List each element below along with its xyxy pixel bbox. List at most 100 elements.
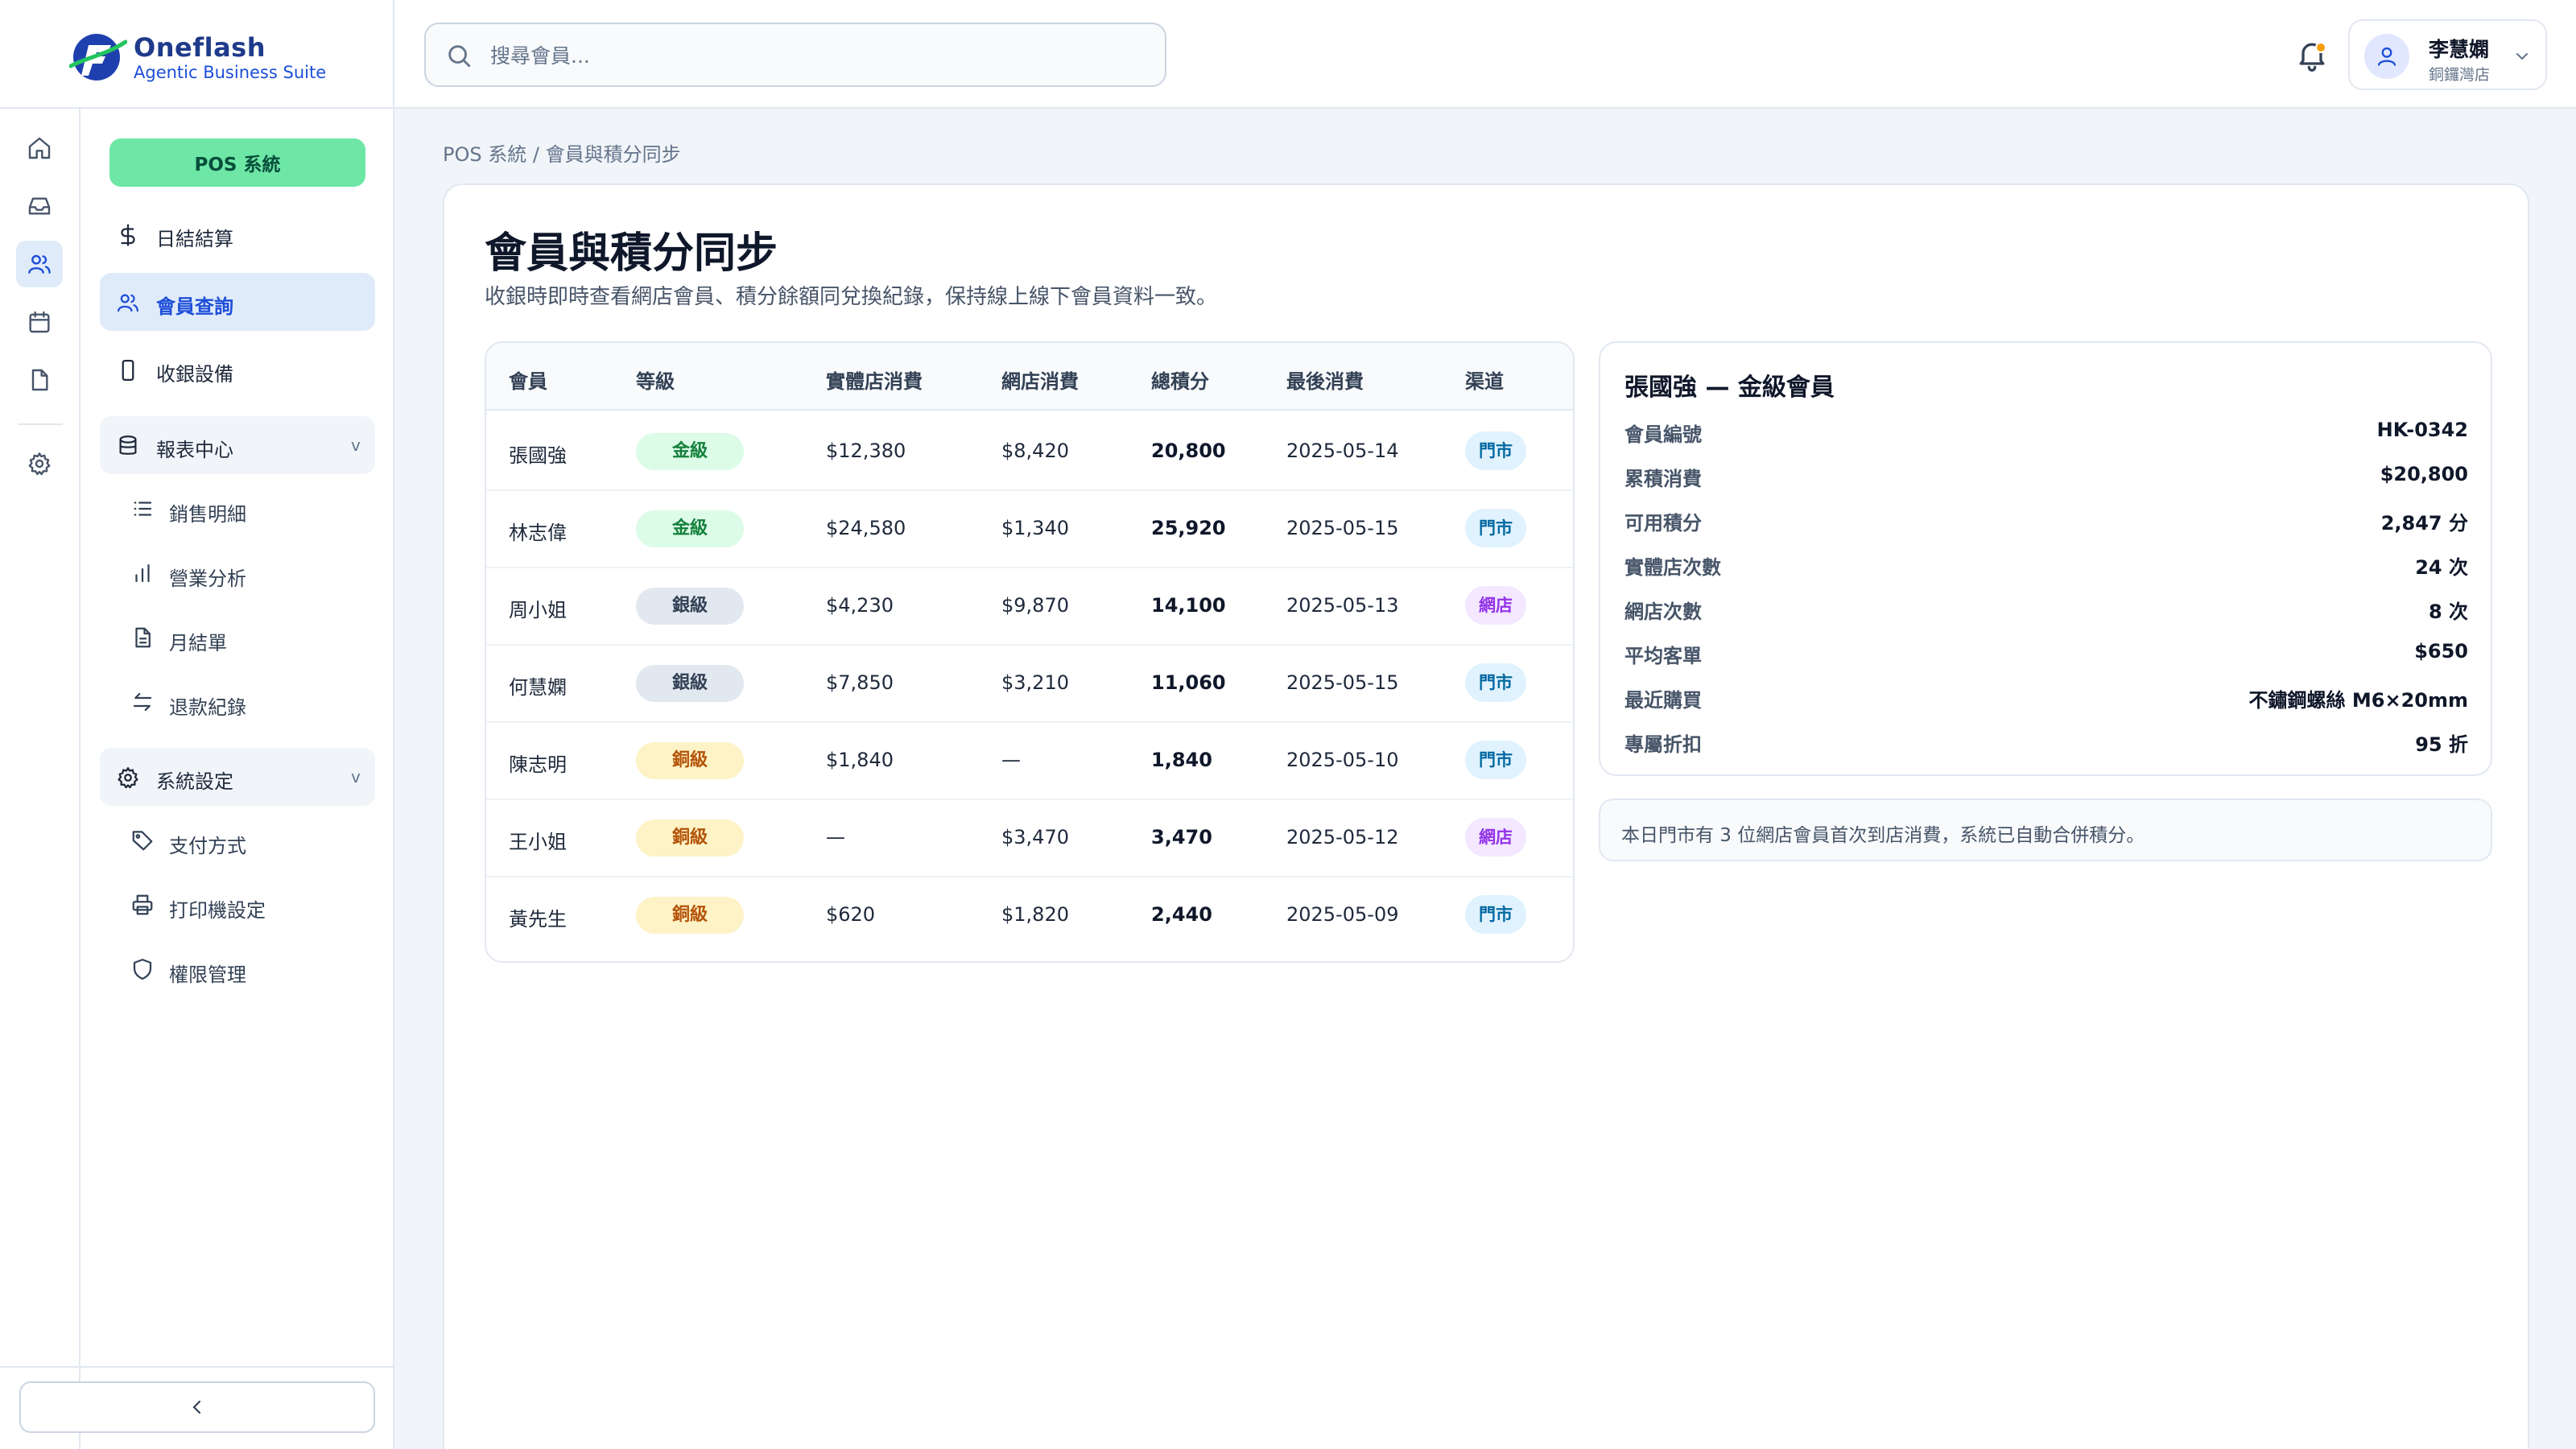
member-name: 王小姐 bbox=[509, 831, 567, 853]
nav-item-pos-devices[interactable]: 收銀設備 bbox=[100, 341, 375, 398]
rail-calendar-button[interactable] bbox=[16, 299, 63, 345]
brand-tagline: Agentic Business Suite bbox=[134, 63, 327, 82]
bar-chart-icon bbox=[135, 564, 150, 583]
column-header-store-spend: 實體店消費 bbox=[826, 370, 923, 393]
column-header-channel: 渠道 bbox=[1465, 370, 1504, 393]
member-search-input[interactable] bbox=[490, 35, 1150, 76]
nav-group-label: 系統設定 bbox=[156, 770, 233, 793]
detail-value: 2,847 分 bbox=[2380, 512, 2468, 535]
detail-label: 最近購買 bbox=[1624, 689, 1702, 712]
online-spend: $8,420 bbox=[1001, 440, 1069, 462]
table-row[interactable]: 何慧嫻 銀級 $7,850 $3,210 11,060 2025-05-15 門市 bbox=[486, 644, 1573, 723]
member-table: 會員 等級 實體店消費 網店消費 總積分 最後消費 渠道 張國強 金級 $12,38… bbox=[485, 341, 1575, 963]
rail-home-button[interactable] bbox=[16, 125, 63, 171]
notification-bell-icon[interactable] bbox=[2294, 35, 2330, 74]
refund-icon bbox=[133, 692, 152, 712]
nav-subitem-monthly-statement[interactable]: 月結單 bbox=[126, 613, 375, 664]
column-header-online-spend: 網店消費 bbox=[1001, 370, 1079, 393]
table-row[interactable]: 黃先生 銅級 $620 $1,820 2,440 2025-05-09 門市 bbox=[486, 876, 1573, 955]
nav-subitem-business-analysis[interactable]: 營業分析 bbox=[126, 548, 375, 600]
chevron-down-icon: v bbox=[351, 767, 361, 786]
member-name: 周小姐 bbox=[509, 599, 567, 621]
member-name: 林志偉 bbox=[509, 522, 567, 544]
nav-subitem-label: 權限管理 bbox=[169, 964, 246, 986]
brand-name: Oneflash bbox=[134, 32, 266, 63]
nav-item-daily-settlement[interactable]: 日結結算 bbox=[100, 205, 375, 263]
printer-icon bbox=[132, 894, 153, 915]
user-icon bbox=[2377, 47, 2396, 66]
member-detail-panel: 張國強 — 金級會員 會員編號 HK-0342 累積消費 $20,800 可用積分 2,8… bbox=[1599, 341, 2492, 776]
gear-icon bbox=[28, 452, 51, 476]
table-row[interactable]: 陳志明 銅級 $1,840 — 1,840 2025-05-10 門市 bbox=[486, 721, 1573, 800]
detail-value: 8 次 bbox=[2428, 601, 2468, 623]
breadcrumb[interactable]: POS 系統 / 會員與積分同步 bbox=[443, 138, 681, 167]
nav-subitem-label: 銷售明細 bbox=[169, 503, 246, 526]
channel-badge: 門市 bbox=[1465, 741, 1526, 779]
chevron-left-icon bbox=[192, 1400, 201, 1414]
last-purchase-date: 2025-05-15 bbox=[1286, 517, 1399, 539]
total-points: 3,470 bbox=[1151, 826, 1212, 848]
detail-row: 網店次數 8 次 bbox=[1624, 592, 2468, 625]
detail-value: 不鏽鋼螺絲 M6×20mm bbox=[2248, 689, 2468, 712]
users-icon bbox=[28, 254, 51, 274]
table-header: 會員 等級 實體店消費 網店消費 總積分 最後消費 渠道 bbox=[486, 343, 1573, 411]
detail-value: $650 bbox=[2414, 640, 2468, 663]
avatar bbox=[2364, 34, 2409, 79]
nav-subitem-permissions[interactable]: 權限管理 bbox=[126, 944, 375, 996]
nav-item-member-lookup[interactable]: 會員查詢 bbox=[100, 273, 375, 331]
store-spend: $620 bbox=[826, 903, 876, 926]
icon-rail bbox=[0, 109, 80, 1449]
table-row[interactable]: 王小姐 銅級 — $3,470 3,470 2025-05-12 網店 bbox=[486, 799, 1573, 877]
detail-value: 95 折 bbox=[2415, 733, 2468, 756]
phone-icon bbox=[122, 360, 134, 381]
detail-value: 24 次 bbox=[2415, 556, 2468, 579]
table-row[interactable]: 張國強 金級 $12,380 $8,420 20,800 2025-05-14 門市 bbox=[486, 412, 1573, 491]
pos-system-button[interactable]: POS 系統 bbox=[109, 138, 365, 187]
user-store: 銅鑼灣店 bbox=[2429, 66, 2491, 84]
detail-value: $20,800 bbox=[2380, 463, 2468, 485]
nav-item-label: 會員查詢 bbox=[156, 295, 233, 318]
collapse-sidebar-button[interactable] bbox=[19, 1381, 375, 1433]
database-icon bbox=[119, 436, 137, 455]
rail-divider bbox=[18, 423, 63, 425]
store-spend: $12,380 bbox=[826, 440, 906, 462]
rail-documents-button[interactable] bbox=[16, 357, 63, 403]
last-purchase-date: 2025-05-12 bbox=[1286, 826, 1399, 848]
store-spend: $1,840 bbox=[826, 749, 894, 771]
nav-subitem-payment-methods[interactable]: 支付方式 bbox=[126, 815, 375, 867]
detail-row: 會員編號 HK-0342 bbox=[1624, 415, 2468, 448]
detail-label: 網店次數 bbox=[1624, 601, 1702, 623]
rail-settings-button[interactable] bbox=[16, 440, 63, 487]
last-purchase-date: 2025-05-13 bbox=[1286, 594, 1399, 617]
nav-group-reports[interactable]: 報表中心 v bbox=[100, 416, 375, 474]
gear-icon bbox=[118, 767, 138, 789]
rail-inbox-button[interactable] bbox=[16, 183, 63, 229]
tier-badge: 銅級 bbox=[636, 742, 744, 779]
store-spend: — bbox=[826, 826, 845, 848]
table-row[interactable]: 林志偉 金級 $24,580 $1,340 25,920 2025-05-15 門市 bbox=[486, 489, 1573, 568]
search-box bbox=[424, 23, 1166, 87]
store-spend: $7,850 bbox=[826, 671, 894, 694]
file-icon bbox=[31, 369, 48, 391]
detail-label: 會員編號 bbox=[1624, 423, 1702, 446]
page-title: 會員與積分同步 bbox=[485, 229, 778, 278]
last-purchase-date: 2025-05-14 bbox=[1286, 440, 1399, 462]
nav-subitem-printer-settings[interactable]: 打印機設定 bbox=[126, 880, 375, 931]
nav-subitem-sales-detail[interactable]: 銷售明細 bbox=[126, 484, 375, 535]
rail-members-button[interactable] bbox=[16, 241, 63, 287]
shield-icon bbox=[133, 959, 152, 980]
detail-value: HK-0342 bbox=[2376, 419, 2468, 441]
column-header-last-purchase: 最後消費 bbox=[1286, 370, 1364, 393]
user-menu[interactable]: 李慧嫻 銅鑼灣店 bbox=[2348, 19, 2547, 90]
store-spend: $4,230 bbox=[826, 594, 894, 617]
nav-item-label: 收銀設備 bbox=[156, 363, 233, 386]
table-row[interactable]: 周小姐 銀級 $4,230 $9,870 14,100 2025-05-13 網店 bbox=[486, 567, 1573, 646]
document-icon bbox=[135, 627, 151, 648]
tier-badge: 銅級 bbox=[636, 819, 744, 857]
nav-group-settings[interactable]: 系統設定 v bbox=[100, 748, 375, 806]
nav-subitem-refund-records[interactable]: 退款紀錄 bbox=[126, 677, 375, 729]
nav-group-label: 報表中心 bbox=[156, 439, 233, 461]
online-spend: — bbox=[1001, 749, 1021, 771]
last-purchase-date: 2025-05-09 bbox=[1286, 903, 1399, 926]
total-points: 20,800 bbox=[1151, 440, 1226, 462]
